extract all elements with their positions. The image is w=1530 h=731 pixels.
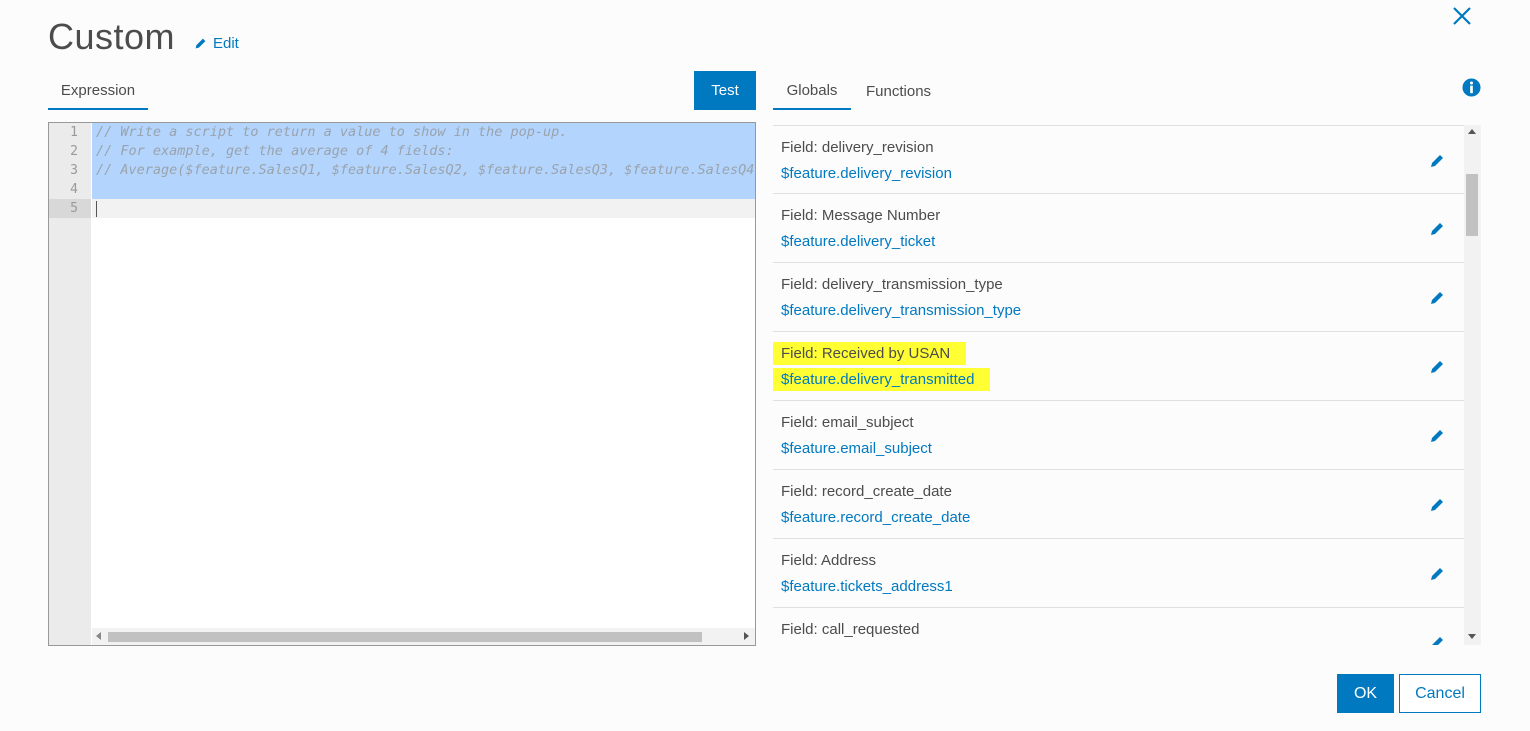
field-name-text: Field: Message Number <box>781 207 941 224</box>
field-name: Field: Received by USAN <box>773 342 967 365</box>
tab-functions[interactable]: Functions <box>866 72 931 110</box>
pencil-icon[interactable] <box>1429 497 1445 513</box>
vertical-scrollbar[interactable] <box>1464 125 1481 645</box>
close-button[interactable] <box>1450 4 1474 28</box>
field-expression[interactable]: $feature.delivery_ticket <box>781 233 935 250</box>
tab-expression[interactable]: Expression <box>48 72 148 110</box>
code-area[interactable]: // Write a script to return a value to s… <box>92 123 755 218</box>
field-name: Field: Message Number <box>781 207 940 224</box>
field-name-text: Field: Address <box>781 552 877 569</box>
field-list-item[interactable]: Field: delivery_revision $feature.deliver… <box>773 125 1464 194</box>
scroll-left-icon[interactable] <box>96 632 101 640</box>
field-list-item[interactable]: Field: call_requested <box>773 608 1464 645</box>
scrollbar-thumb[interactable] <box>1466 174 1478 236</box>
line-number-gutter: 1 2 3 4 5 <box>49 123 91 645</box>
field-expression-text[interactable]: $feature.delivery_ticket <box>781 233 935 250</box>
field-list-item[interactable]: Field: Received by USAN $feature.delivery… <box>773 332 1464 401</box>
tab-globals[interactable]: Globals <box>773 72 851 110</box>
globals-panel: Field: delivery_revision $feature.deliver… <box>773 125 1481 645</box>
pencil-icon[interactable] <box>1429 221 1445 237</box>
scroll-down-icon[interactable] <box>1468 634 1476 639</box>
code-editor[interactable]: 1 2 3 4 5 // Write a script to return a … <box>48 122 756 646</box>
horizontal-scrollbar[interactable] <box>92 628 755 645</box>
field-name: Field: Address <box>781 552 876 569</box>
field-name-text: Field: Received by USAN <box>773 342 967 365</box>
field-name: Field: email_subject <box>781 414 914 431</box>
scrollbar-thumb[interactable] <box>108 632 702 642</box>
code-line[interactable]: // Write a script to return a value to s… <box>92 123 755 142</box>
field-name-text: Field: email_subject <box>781 414 914 431</box>
code-line[interactable] <box>92 180 755 199</box>
field-expression-text[interactable]: $feature.tickets_address1 <box>781 578 953 595</box>
info-icon[interactable] <box>1462 78 1481 97</box>
code-line[interactable]: // For example, get the average of 4 fie… <box>92 142 755 161</box>
line-number: 1 <box>70 125 78 140</box>
pencil-icon[interactable] <box>1429 635 1445 645</box>
pencil-icon[interactable] <box>1429 566 1445 582</box>
code-line[interactable]: // Average($feature.SalesQ1, $feature.Sa… <box>92 161 755 180</box>
line-number: 2 <box>70 144 78 159</box>
field-expression[interactable]: $feature.delivery_transmitted <box>773 368 991 391</box>
line-number: 5 <box>49 199 91 218</box>
field-expression-text[interactable]: $feature.record_create_date <box>781 509 970 526</box>
ok-button[interactable]: OK <box>1337 674 1394 713</box>
field-name-text: Field: record_create_date <box>781 483 952 500</box>
close-icon <box>1453 7 1471 25</box>
field-expression-text[interactable]: $feature.email_subject <box>781 440 932 457</box>
field-expression[interactable]: $feature.delivery_revision <box>781 165 952 182</box>
text-cursor <box>96 201 97 217</box>
edit-title-link[interactable]: Edit <box>194 35 239 52</box>
fields-list: Field: delivery_revision $feature.deliver… <box>773 125 1464 645</box>
field-list-item[interactable]: Field: record_create_date $feature.record… <box>773 470 1464 539</box>
test-button[interactable]: Test <box>694 71 756 110</box>
pencil-icon[interactable] <box>1429 428 1445 444</box>
cancel-button[interactable]: Cancel <box>1399 674 1481 713</box>
pencil-icon[interactable] <box>1429 153 1445 169</box>
field-expression-text[interactable]: $feature.delivery_transmission_type <box>781 302 1021 319</box>
field-list-item[interactable]: Field: delivery_transmission_type $featur… <box>773 263 1464 332</box>
field-list-item[interactable]: Field: Address $feature.tickets_address1 <box>773 539 1464 608</box>
pencil-icon[interactable] <box>1429 359 1445 375</box>
edit-label: Edit <box>213 35 239 52</box>
field-expression[interactable]: $feature.delivery_transmission_type <box>781 302 1021 319</box>
field-expression[interactable]: $feature.tickets_address1 <box>781 578 953 595</box>
dialog-title: Custom <box>48 16 176 57</box>
field-list-item[interactable]: Field: email_subject $feature.email_subje… <box>773 401 1464 470</box>
field-expression[interactable]: $feature.record_create_date <box>781 509 970 526</box>
field-name-text: Field: call_requested <box>781 621 920 638</box>
field-name-text: Field: delivery_transmission_type <box>781 276 1003 293</box>
code-line-current[interactable] <box>92 199 755 218</box>
field-name: Field: delivery_transmission_type <box>781 276 1003 293</box>
field-expression-text[interactable]: $feature.delivery_revision <box>781 165 952 182</box>
scroll-right-icon[interactable] <box>744 632 749 640</box>
field-name: Field: record_create_date <box>781 483 952 500</box>
pencil-icon <box>195 38 206 49</box>
field-name: Field: call_requested <box>781 621 919 638</box>
field-list-item[interactable]: Field: Message Number $feature.delivery_t… <box>773 194 1464 263</box>
field-expression-text[interactable]: $feature.delivery_transmitted <box>773 368 991 391</box>
field-name-text: Field: delivery_revision <box>781 139 934 156</box>
pencil-icon[interactable] <box>1429 290 1445 306</box>
scroll-up-icon[interactable] <box>1468 129 1476 134</box>
field-expression[interactable]: $feature.email_subject <box>781 440 932 457</box>
field-name: Field: delivery_revision <box>781 139 934 156</box>
line-number: 3 <box>70 163 78 178</box>
line-number: 4 <box>70 182 78 197</box>
